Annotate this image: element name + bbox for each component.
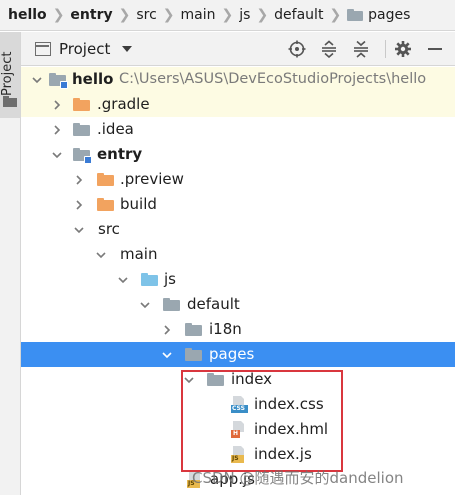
- tree-node-build[interactable]: build: [21, 192, 455, 217]
- project-tool-tab[interactable]: Project: [0, 32, 20, 118]
- tree-node-default[interactable]: default: [21, 292, 455, 317]
- view-selector[interactable]: Project: [35, 40, 133, 58]
- chevron-right-icon: ❯: [52, 7, 65, 23]
- locate-button[interactable]: [288, 40, 306, 58]
- tree-node-main[interactable]: main: [21, 242, 455, 267]
- project-toolbar: Project: [21, 32, 455, 66]
- tree-node-pages[interactable]: pages: [21, 342, 455, 367]
- annotation-box: [181, 370, 343, 472]
- module-folder-icon: [49, 73, 68, 89]
- folder-icon: [185, 348, 202, 361]
- chevron-right-icon: ❯: [162, 7, 175, 23]
- folder-icon: [97, 173, 114, 186]
- tree-node-label: build: [120, 195, 157, 213]
- hide-button[interactable]: [426, 40, 444, 58]
- breadcrumb-item-main[interactable]: main: [181, 7, 216, 23]
- expand-all-icon: [322, 40, 336, 58]
- folder-icon: [185, 323, 202, 336]
- tree-node-i18n[interactable]: i18n: [21, 317, 455, 342]
- breadcrumb: hello ❯ entry ❯ src ❯ main ❯ js ❯ defaul…: [0, 0, 455, 31]
- tree-node-label: .preview: [120, 170, 184, 188]
- folder-icon: [141, 273, 158, 286]
- breadcrumb-item-js[interactable]: js: [239, 7, 250, 23]
- tree-node-js[interactable]: js: [21, 267, 455, 292]
- toolbar-divider: [385, 40, 386, 58]
- folder-icon: [347, 9, 364, 21]
- tool-window-strip: Project: [0, 32, 21, 495]
- settings-button[interactable]: [394, 40, 412, 58]
- tree-node-label: entry: [97, 145, 143, 163]
- chevron-right-icon: ❯: [329, 7, 342, 23]
- chevron-right-icon: ❯: [118, 7, 131, 23]
- tree-node-hello[interactable]: hello C:\Users\ASUS\DevEcoStudioProjects…: [21, 67, 455, 92]
- collapse-all-button[interactable]: [352, 40, 370, 58]
- chevron-down-icon[interactable]: [95, 242, 107, 267]
- tree-node-path: C:\Users\ASUS\DevEcoStudioProjects\hello: [119, 71, 427, 87]
- breadcrumb-item-src[interactable]: src: [136, 7, 156, 23]
- tree-node-label: .idea: [97, 120, 134, 138]
- expand-all-button[interactable]: [320, 40, 338, 58]
- chevron-down-icon[interactable]: [51, 142, 63, 167]
- collapse-all-icon: [354, 40, 368, 58]
- locate-icon: [288, 40, 306, 58]
- folder-icon: [97, 198, 114, 211]
- folder-icon: [73, 98, 90, 111]
- tree-node-label: pages: [209, 345, 255, 363]
- view-selector-label: Project: [59, 40, 111, 58]
- window-icon: [35, 42, 51, 56]
- chevron-right-icon[interactable]: [73, 192, 85, 217]
- folder-icon: [73, 123, 90, 136]
- tree-node-label: main: [120, 245, 158, 263]
- gear-icon: [395, 41, 411, 57]
- module-folder-icon: [73, 148, 92, 164]
- folder-icon: [3, 96, 17, 107]
- tree-node-label: default: [187, 295, 240, 313]
- tree-node-entry[interactable]: entry: [21, 142, 455, 167]
- chevron-right-icon: ❯: [221, 7, 234, 23]
- tree-node-label: src: [98, 220, 120, 238]
- watermark: CSDN @随遇而安的dandelion: [192, 469, 404, 487]
- tree-node-label: hello: [72, 70, 114, 88]
- tree-node-label: .gradle: [97, 95, 150, 113]
- breadcrumb-item-hello[interactable]: hello: [8, 7, 47, 23]
- chevron-down-icon[interactable]: [31, 67, 43, 92]
- chevron-right-icon[interactable]: [73, 167, 85, 192]
- chevron-right-icon[interactable]: [51, 117, 63, 142]
- chevron-right-icon[interactable]: [51, 92, 63, 117]
- tree-node-idea[interactable]: .idea: [21, 117, 455, 142]
- tree-node-label: js: [164, 270, 176, 288]
- folder-icon: [163, 298, 180, 311]
- chevron-down-icon[interactable]: [139, 292, 151, 317]
- breadcrumb-item-default[interactable]: default: [274, 7, 323, 23]
- chevron-right-icon: ❯: [256, 7, 269, 23]
- tree-node-preview[interactable]: .preview: [21, 167, 455, 192]
- tree-node-gradle[interactable]: .gradle: [21, 92, 455, 117]
- chevron-right-icon[interactable]: [161, 317, 173, 342]
- chevron-down-icon[interactable]: [117, 267, 129, 292]
- caret-down-icon: [122, 46, 133, 52]
- breadcrumb-item-pages[interactable]: pages: [368, 7, 410, 23]
- tree-node-src[interactable]: src: [21, 217, 455, 242]
- chevron-down-icon[interactable]: [161, 342, 173, 367]
- breadcrumb-item-entry[interactable]: entry: [70, 7, 112, 23]
- minimize-icon: [428, 48, 442, 50]
- chevron-down-icon[interactable]: [73, 217, 85, 242]
- tree-node-label: i18n: [209, 320, 242, 338]
